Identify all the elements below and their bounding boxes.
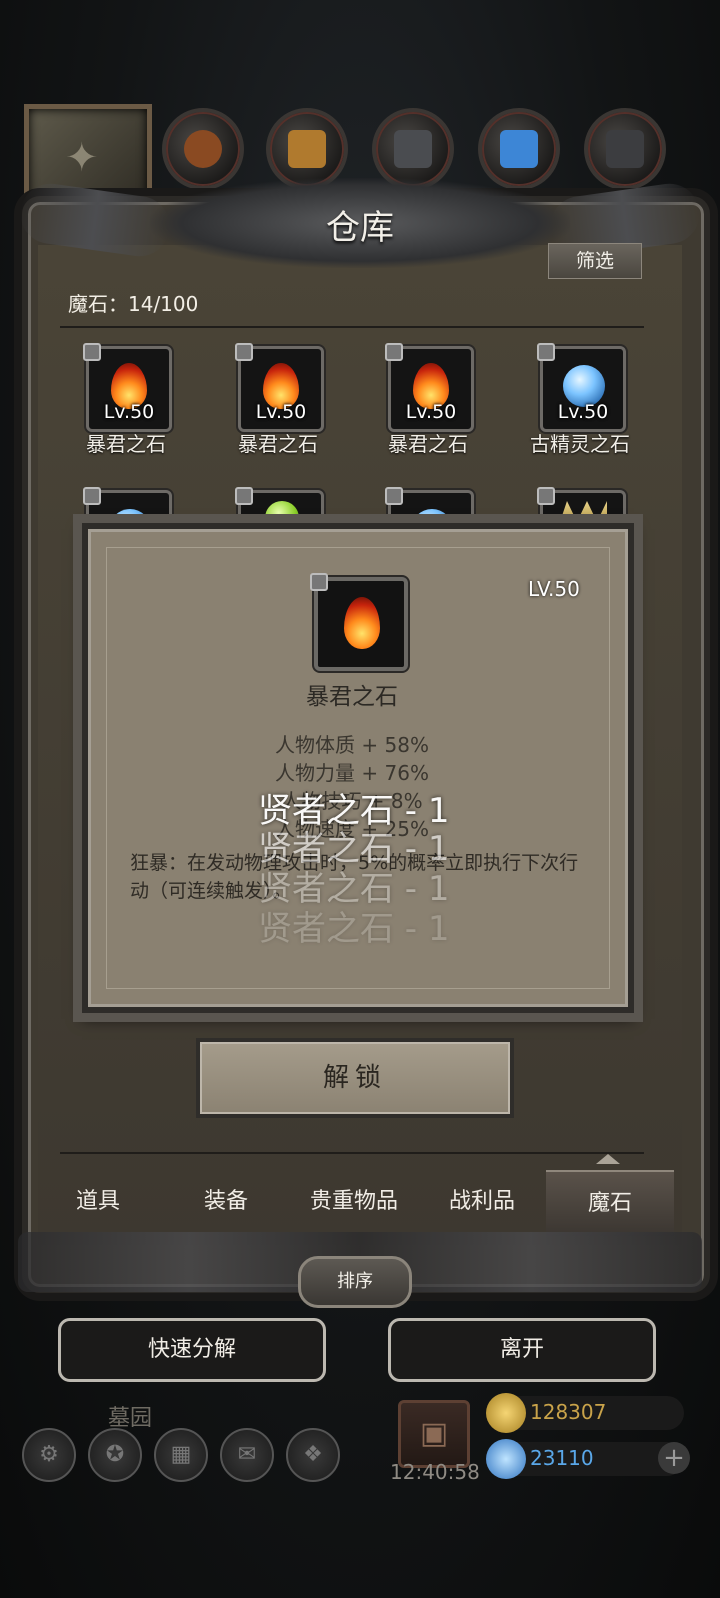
book-icon[interactable]: ❖ [286,1428,340,1482]
item-level: Lv.50 [405,401,457,423]
lock-icon [235,343,253,361]
item-slot: Lv.50 [537,343,626,432]
item-name: 暴君之石 [388,432,468,456]
popup-item-name: 暴君之石 [306,684,398,710]
popup-item-slot [310,573,408,671]
unlock-button[interactable]: 解锁 [196,1038,514,1118]
tab-magic-stones[interactable]: 魔石 [546,1170,674,1236]
lock-icon [235,487,253,505]
mail-icon[interactable]: ✉ [220,1428,274,1482]
stone-count: 魔石：14/100 [68,292,199,316]
lock-icon [537,343,555,361]
gem-counter: 23110 [486,1439,684,1479]
grid-item[interactable]: Lv.50 暴君之石 [366,343,490,456]
avatar-glyph: ✦ [65,135,99,181]
flame-stone-icon [344,597,380,649]
item-name: 暴君之石 [238,432,318,456]
add-gems-icon[interactable]: + [658,1442,690,1474]
leave-button[interactable]: 离开 [388,1318,656,1382]
gem-value: 23110 [530,1446,594,1470]
tab-valuables[interactable]: 贵重物品 [290,1170,418,1234]
item-detail-popup[interactable]: LV.50 暴君之石 人物体质 + 58% 人物力量 + 76% 人物技巧 + … [82,523,634,1013]
tab-equipment[interactable]: 装备 [162,1170,290,1234]
item-slot: Lv.50 [235,343,324,432]
item-name: 古精灵之石 [530,432,630,456]
resource-iron-icon[interactable] [584,108,666,190]
grid-item[interactable]: Lv.50 暴君之石 [64,343,188,456]
filter-button[interactable]: 筛选 [548,243,642,279]
page-title: 仓库 [326,208,394,248]
sort-button[interactable]: 排序 [298,1256,412,1308]
lock-icon [385,343,403,361]
stat-line: 人物力量 + 76% [275,761,429,785]
gift-icon[interactable]: ▣ [398,1400,470,1468]
lock-icon [310,573,328,591]
settings-icon[interactable]: ⚙ [22,1428,76,1482]
stat-line: 人物体质 + 58% [275,733,429,757]
item-level: Lv.50 [557,401,609,423]
quick-decompose-button[interactable]: 快速分解 [58,1318,326,1382]
clock: 12:40:58 [390,1460,480,1484]
divider [60,326,644,328]
divider [60,1152,644,1154]
grid-item[interactable]: Lv.50 暴君之石 [216,343,340,456]
item-level: Lv.50 [255,401,307,423]
lock-icon [537,487,555,505]
gem-icon [486,1439,526,1479]
item-slot: Lv.50 [385,343,474,432]
grid-item[interactable]: Lv.50 古精灵之石 [518,343,642,456]
map-icon[interactable]: ▦ [154,1428,208,1482]
item-slot: Lv.50 [83,343,172,432]
lock-icon [385,487,403,505]
item-level: Lv.50 [103,401,155,423]
popup-item-level: LV.50 [528,577,580,601]
item-name: 暴君之石 [86,432,166,456]
gold-coin-icon [486,1393,526,1433]
lock-icon [83,487,101,505]
gold-counter: 128307 [486,1393,684,1433]
floating-text: 贤者之石 - 1 [258,909,450,949]
tab-loot[interactable]: 战利品 [418,1170,546,1234]
tab-items[interactable]: 道具 [34,1170,162,1234]
category-tabs: 道具 装备 贵重物品 战利品 魔石 [34,1170,674,1236]
lock-icon [83,343,101,361]
gold-value: 128307 [530,1400,607,1424]
active-tab-indicator [596,1154,620,1164]
star-icon[interactable]: ✪ [88,1428,142,1482]
